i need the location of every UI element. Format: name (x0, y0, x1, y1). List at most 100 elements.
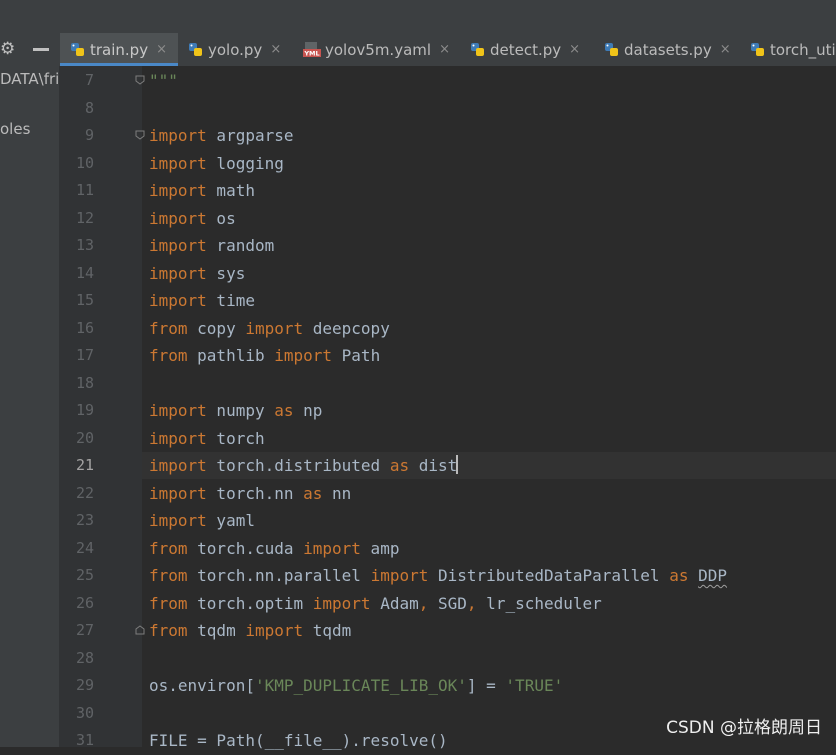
code-token: yaml (206, 511, 255, 530)
keyword-token: import (149, 236, 207, 255)
code-line[interactable]: import math (149, 177, 255, 205)
project-tree-item[interactable]: oles (0, 120, 30, 138)
code-token: torch.distributed (206, 456, 390, 475)
code-line[interactable]: import argparse (149, 122, 294, 150)
code-token: Adam (370, 593, 419, 613)
code-token: torch.cuda (187, 538, 304, 558)
line-number[interactable]: 9 (59, 122, 94, 150)
line-number[interactable]: 17 (59, 342, 94, 370)
close-icon[interactable]: × (720, 42, 731, 57)
keyword-token: import (370, 566, 429, 585)
code-line[interactable]: from tqdm import tqdm (149, 617, 351, 645)
code-token: lr_scheduler (476, 593, 602, 613)
fold-marker-icon[interactable] (135, 75, 145, 85)
line-number[interactable]: 26 (59, 590, 94, 618)
gear-icon[interactable]: ⚙ (0, 38, 18, 60)
close-icon[interactable]: × (569, 42, 580, 57)
tab-label: yolo.py (208, 40, 263, 59)
close-icon[interactable]: × (439, 42, 450, 57)
code-line[interactable]: from torch.nn.parallel import Distribute… (149, 562, 727, 590)
code-line[interactable]: import torch (149, 425, 265, 453)
code-line[interactable]: import torch.nn as nn (149, 480, 351, 508)
keyword-token: import (274, 346, 333, 365)
code-token: os.environ[ (149, 676, 255, 695)
code-line[interactable]: os.environ['KMP_DUPLICATE_LIB_OK'] = 'TR… (149, 672, 563, 700)
close-icon[interactable]: × (156, 42, 167, 57)
line-number[interactable]: 28 (59, 645, 94, 673)
tab-detect-py[interactable]: detect.py × (460, 33, 594, 66)
tab-yolo-py[interactable]: yolo.py × (178, 33, 293, 66)
line-number[interactable]: 21 (59, 452, 94, 480)
code-token: torch.nn (206, 483, 304, 503)
line-number[interactable]: 10 (59, 150, 94, 178)
code-token: Path (332, 346, 381, 365)
fold-marker-icon[interactable] (135, 625, 145, 635)
keyword-token: import (149, 428, 207, 448)
line-number[interactable]: 11 (59, 177, 94, 205)
keyword-token: import (149, 511, 207, 530)
keyword-token: import (245, 621, 304, 640)
keyword-token: from (149, 538, 188, 558)
keyword-token: import (312, 593, 371, 613)
keyword-token: import (149, 263, 207, 283)
code-line[interactable]: from pathlib import Path (149, 342, 380, 370)
keyword-token: as (669, 566, 689, 585)
line-number[interactable]: 18 (59, 370, 94, 398)
tab-label: torch_uti (770, 40, 836, 59)
python-file-icon (188, 42, 204, 58)
code-line[interactable]: import sys (149, 260, 245, 288)
line-number[interactable]: 30 (59, 700, 94, 728)
hide-icon[interactable] (33, 48, 49, 51)
line-number[interactable]: 20 (59, 425, 94, 453)
tab-train-py[interactable]: train.py × (60, 33, 178, 66)
text-caret (456, 455, 459, 474)
keyword-token: import (149, 483, 207, 503)
close-icon[interactable]: × (270, 42, 281, 57)
tab-torch-utils[interactable]: torch_uti (740, 33, 836, 66)
tab-datasets-py[interactable]: datasets.py × (594, 33, 740, 66)
code-line[interactable]: """ (149, 67, 178, 95)
code-token: deepcopy (303, 318, 390, 338)
string-token: """ (149, 71, 178, 90)
code-line[interactable]: from torch.cuda import amp (149, 535, 399, 563)
python-file-icon (750, 42, 766, 58)
tab-label: yolov5m.yaml (325, 40, 432, 59)
line-number[interactable]: 31 (59, 727, 94, 755)
line-number[interactable]: 13 (59, 232, 94, 260)
python-file-icon (70, 42, 86, 58)
project-path[interactable]: DATA\fri (0, 70, 59, 88)
tab-yolov5m-yaml[interactable]: YML yolov5m.yaml × (293, 33, 460, 66)
line-number[interactable]: 16 (59, 315, 94, 343)
code-line[interactable]: import time (149, 287, 255, 315)
code-line[interactable]: import torch.distributed as dist (149, 452, 459, 480)
keyword-token: import (303, 538, 361, 558)
line-number[interactable]: 14 (59, 260, 94, 288)
fold-marker-icon[interactable] (135, 130, 145, 140)
line-number[interactable]: 15 (59, 287, 94, 315)
line-number[interactable]: 8 (59, 95, 94, 123)
project-panel: DATA\fri oles (0, 66, 59, 747)
code-line[interactable]: import os (149, 205, 236, 233)
line-number[interactable]: 24 (59, 535, 94, 563)
keyword-token: as (274, 401, 294, 420)
code-line[interactable]: FILE = Path(__file__).resolve() (149, 727, 448, 755)
line-number[interactable]: 29 (59, 672, 94, 700)
line-number[interactable]: 12 (59, 205, 94, 233)
code-line[interactable]: from torch.optim import Adam, SGD, lr_sc… (149, 590, 602, 618)
line-number[interactable]: 23 (59, 507, 94, 535)
code-line[interactable]: import logging (149, 150, 284, 178)
line-number[interactable]: 25 (59, 562, 94, 590)
code-line[interactable]: import numpy as np (149, 397, 322, 425)
code-line[interactable]: import random (149, 232, 274, 260)
code-line[interactable]: import yaml (149, 507, 255, 535)
code-line[interactable]: from copy import deepcopy (149, 315, 390, 343)
code-token: np (293, 401, 323, 420)
line-number[interactable]: 7 (59, 67, 94, 95)
code-token: amp (360, 538, 400, 558)
line-number[interactable]: 27 (59, 617, 94, 645)
line-number[interactable]: 22 (59, 480, 94, 508)
keyword-token: import (149, 126, 207, 145)
line-number[interactable]: 19 (59, 397, 94, 425)
tab-label: train.py (90, 40, 149, 59)
